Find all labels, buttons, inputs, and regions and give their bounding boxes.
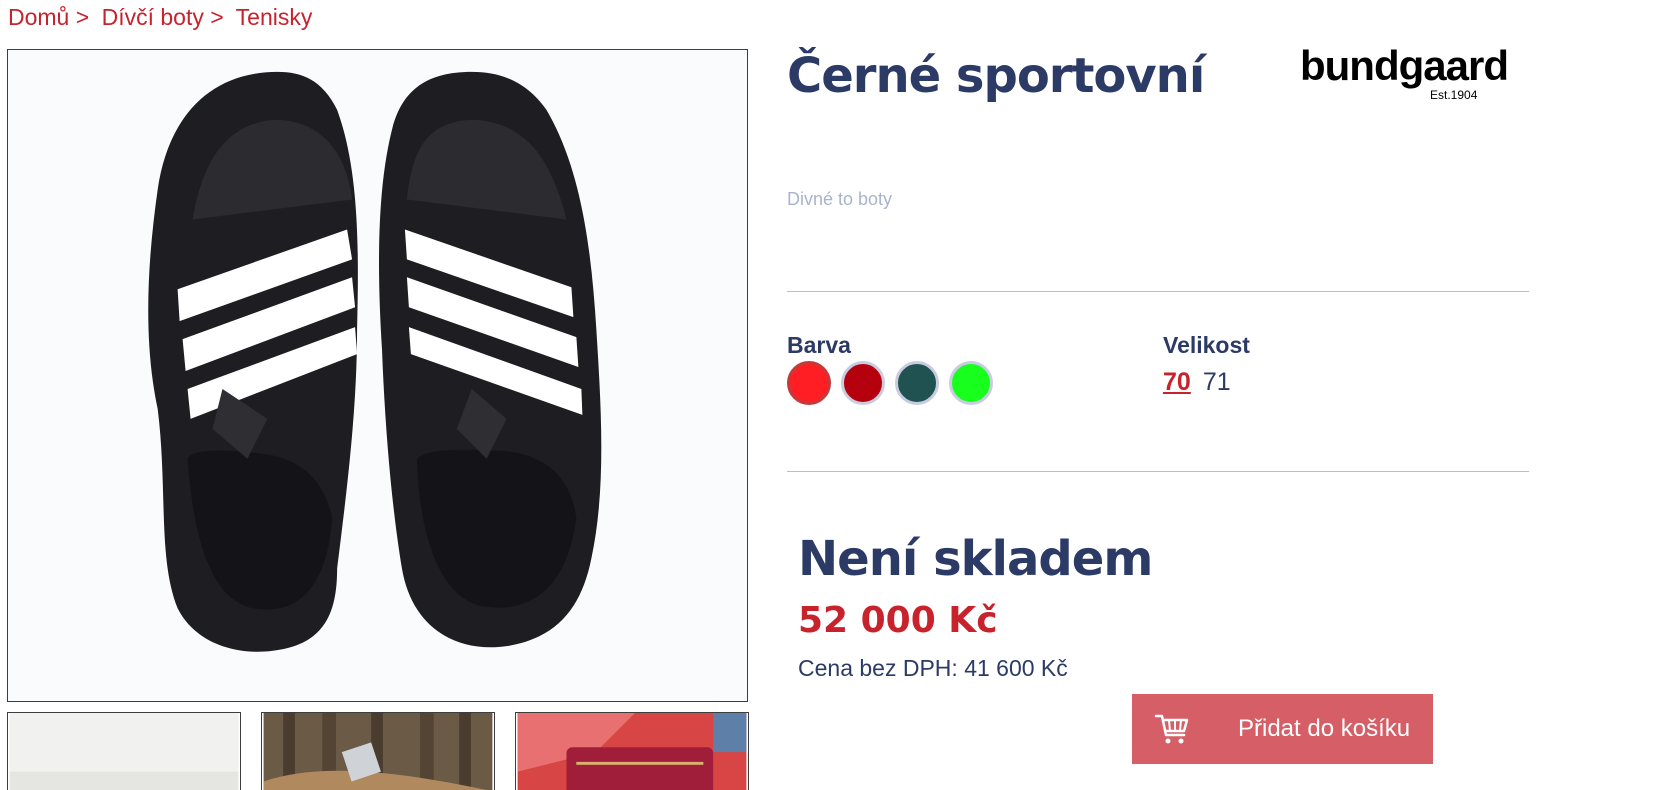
brand-logo: bundgaard Est.1904 bbox=[1300, 42, 1532, 104]
color-swatch-dark-green[interactable] bbox=[895, 361, 939, 405]
color-swatch-dark-red[interactable] bbox=[841, 361, 885, 405]
thumbnail-image bbox=[517, 713, 747, 790]
breadcrumb-home[interactable]: Domů bbox=[8, 4, 69, 30]
breadcrumb-girls-shoes[interactable]: Dívčí boty bbox=[102, 4, 204, 30]
thumbnail-image bbox=[263, 713, 493, 790]
breadcrumb-sneakers[interactable]: Tenisky bbox=[236, 4, 313, 30]
add-to-cart-label: Přidat do košíku bbox=[1238, 715, 1411, 742]
divider bbox=[787, 291, 1529, 292]
price-without-vat: Cena bez DPH: 41 600 Kč bbox=[798, 655, 1068, 681]
product-title: Černé sportovní bbox=[787, 48, 1205, 104]
size-options: 70 71 bbox=[1163, 368, 1231, 397]
price: 52 000 Kč bbox=[798, 600, 998, 641]
color-swatches bbox=[787, 361, 993, 405]
brand-tagline: Est.1904 bbox=[1430, 88, 1478, 102]
divider bbox=[787, 471, 1529, 472]
shoes-image bbox=[8, 50, 747, 701]
thumbnail-3[interactable] bbox=[515, 712, 749, 790]
size-option-71[interactable]: 71 bbox=[1203, 368, 1231, 397]
add-to-cart-button[interactable]: Přidat do košíku bbox=[1132, 694, 1433, 764]
breadcrumb-separator: > bbox=[75, 4, 90, 30]
thumbnail-1[interactable] bbox=[7, 712, 241, 790]
stock-status: Není skladem bbox=[798, 531, 1153, 587]
color-label: Barva bbox=[787, 332, 851, 358]
product-subtitle: Divné to boty bbox=[787, 189, 893, 209]
brand-name: bundgaard bbox=[1300, 42, 1509, 89]
breadcrumb: Domů > Dívčí boty > Tenisky bbox=[8, 4, 312, 31]
size-label: Velikost bbox=[1163, 332, 1250, 358]
thumbnail-image bbox=[9, 713, 239, 790]
thumbnail-2[interactable] bbox=[261, 712, 495, 790]
color-swatch-green[interactable] bbox=[949, 361, 993, 405]
breadcrumb-separator: > bbox=[210, 4, 224, 30]
size-option-70[interactable]: 70 bbox=[1163, 368, 1191, 397]
color-swatch-red[interactable] bbox=[787, 361, 831, 405]
cart-icon bbox=[1154, 714, 1189, 744]
product-main-image[interactable] bbox=[7, 49, 748, 702]
